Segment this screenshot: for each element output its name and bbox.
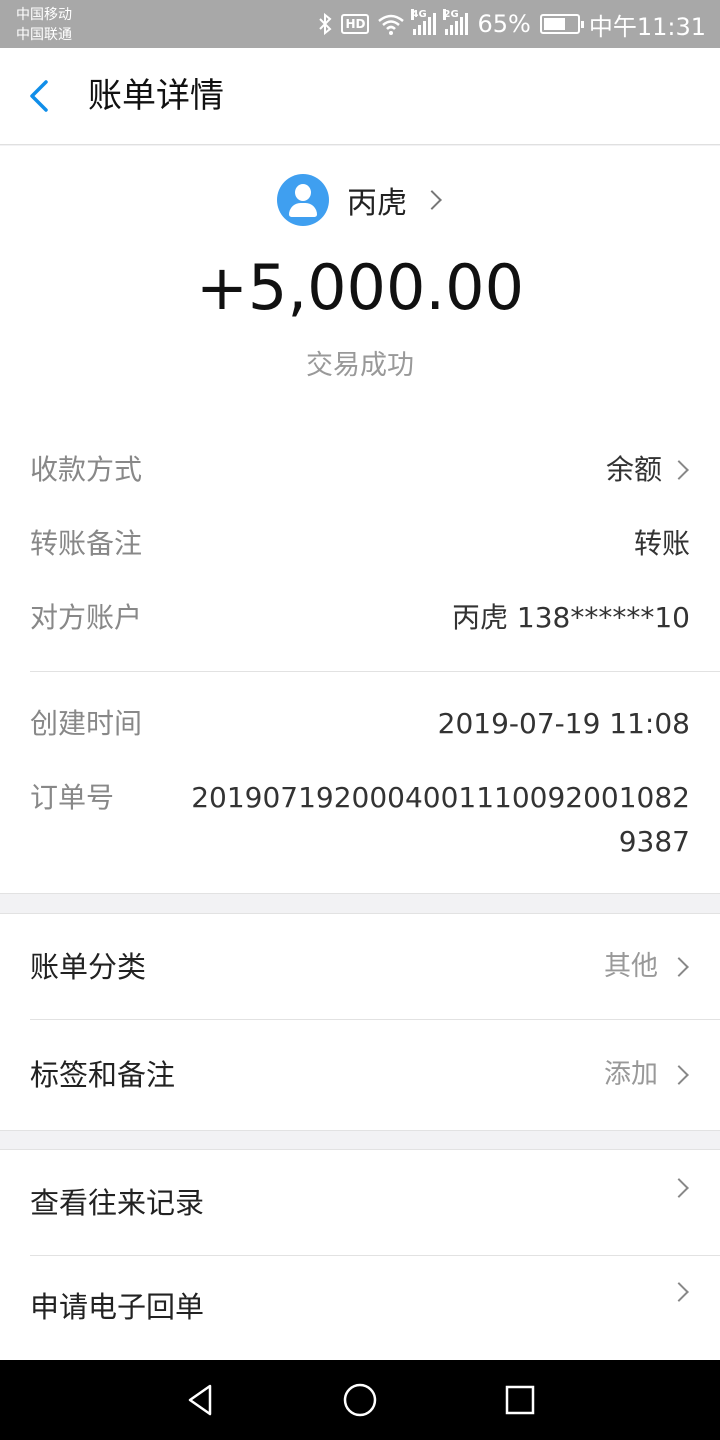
list-item-label: 查看往来记录: [30, 1186, 205, 1220]
detail-row-remark: 转账备注 转账: [30, 522, 690, 566]
detail-label: 对方账户: [30, 601, 143, 634]
battery-percent: 65%: [477, 10, 531, 38]
bluetooth-icon: [318, 12, 332, 36]
chevron-right-icon: [669, 1065, 689, 1085]
detail-value: 丙虎 138******10: [452, 601, 690, 634]
detail-row-counterparty: 对方账户 丙虎 138******10: [30, 596, 690, 640]
view-history-item[interactable]: 查看往来记录: [30, 1150, 720, 1256]
app-header: 账单详情: [0, 48, 720, 145]
nav-home-icon: [343, 1383, 377, 1417]
avatar-icon: [277, 174, 329, 226]
status-bar: 中国移动 中国联通 HD 4G 2G 65% 中午11:31: [0, 0, 720, 48]
bill-options-group: 账单分类 其他 标签和备注 添加: [0, 913, 720, 1131]
transaction-card: 丙虎 +5,000.00 交易成功 收款方式 余额 转账备注 转账 对方账户 丙…: [0, 146, 720, 894]
clock: 中午11:31: [588, 12, 706, 41]
nav-home-button[interactable]: [336, 1376, 384, 1424]
order-number-value: 20190719200040011100920010829387: [191, 781, 690, 858]
hd-icon: HD: [341, 14, 370, 34]
list-item-label: 账单分类: [30, 950, 147, 984]
carrier-2: 中国联通: [16, 27, 72, 43]
signal-icon-2: 2G: [443, 9, 469, 35]
detail-row-payment-method[interactable]: 收款方式 余额: [30, 448, 690, 492]
detail-row-created-time: 创建时间 2019-07-19 11:08: [30, 702, 690, 746]
detail-label: 创建时间: [30, 707, 143, 740]
list-item-right: 添加: [604, 1053, 690, 1097]
list-item-label: 标签和备注: [30, 1058, 176, 1092]
chevron-right-icon: [669, 957, 689, 977]
detail-value: 转账: [633, 527, 690, 560]
chevron-right-icon: [669, 1282, 689, 1302]
list-item-right: [669, 1178, 690, 1198]
transaction-status: 交易成功: [306, 350, 414, 381]
list-item-value: 其他: [604, 951, 658, 982]
list-item-label: 申请电子回单: [30, 1290, 205, 1324]
bill-category-item[interactable]: 账单分类 其他: [30, 914, 720, 1020]
nav-back-icon: [188, 1384, 212, 1416]
status-icons: HD 4G 2G 65% 中午11:31: [318, 9, 706, 41]
nav-recents-button[interactable]: [496, 1376, 544, 1424]
payee-name: 丙虎: [347, 186, 407, 221]
list-item-value: 添加: [604, 1059, 658, 1090]
net-type-2: 2G: [443, 9, 459, 20]
detail-label: 转账备注: [30, 527, 143, 560]
system-nav-bar: [0, 1360, 720, 1440]
back-icon: [30, 80, 48, 112]
nav-back-button[interactable]: [176, 1376, 224, 1424]
nav-recents-icon: [505, 1385, 535, 1415]
chevron-right-icon: [669, 460, 689, 480]
transaction-amount: +5,000.00: [195, 251, 525, 324]
records-group: 查看往来记录 申请电子回单: [0, 1149, 720, 1361]
payee-link[interactable]: 丙虎: [0, 172, 720, 228]
carrier-info: 中国移动 中国联通: [16, 5, 72, 45]
wifi-icon: [378, 13, 405, 35]
net-type-1: 4G: [411, 9, 427, 20]
tags-notes-item[interactable]: 标签和备注 添加: [30, 1022, 720, 1128]
page-title: 账单详情: [88, 76, 224, 116]
detail-value: 2019-07-19 11:08: [437, 707, 690, 740]
divider: [30, 671, 720, 672]
list-item-right: 其他: [604, 945, 690, 989]
electronic-receipt-item[interactable]: 申请电子回单: [30, 1254, 720, 1360]
payment-method-value: 余额: [605, 453, 662, 486]
divider: [30, 1019, 720, 1020]
signal-icon-1: 4G: [411, 9, 437, 35]
detail-label: 收款方式: [30, 453, 143, 486]
detail-row-order-number: 订单号 20190719200040011100920010829387: [30, 776, 690, 864]
battery-icon: [539, 14, 584, 34]
chevron-right-icon: [422, 190, 442, 210]
chevron-right-icon: [669, 1178, 689, 1198]
back-button[interactable]: [22, 74, 66, 118]
detail-value: 余额: [606, 448, 690, 492]
detail-label: 订单号: [30, 781, 115, 814]
list-item-right: [669, 1282, 690, 1302]
carrier-1: 中国移动: [16, 7, 72, 23]
